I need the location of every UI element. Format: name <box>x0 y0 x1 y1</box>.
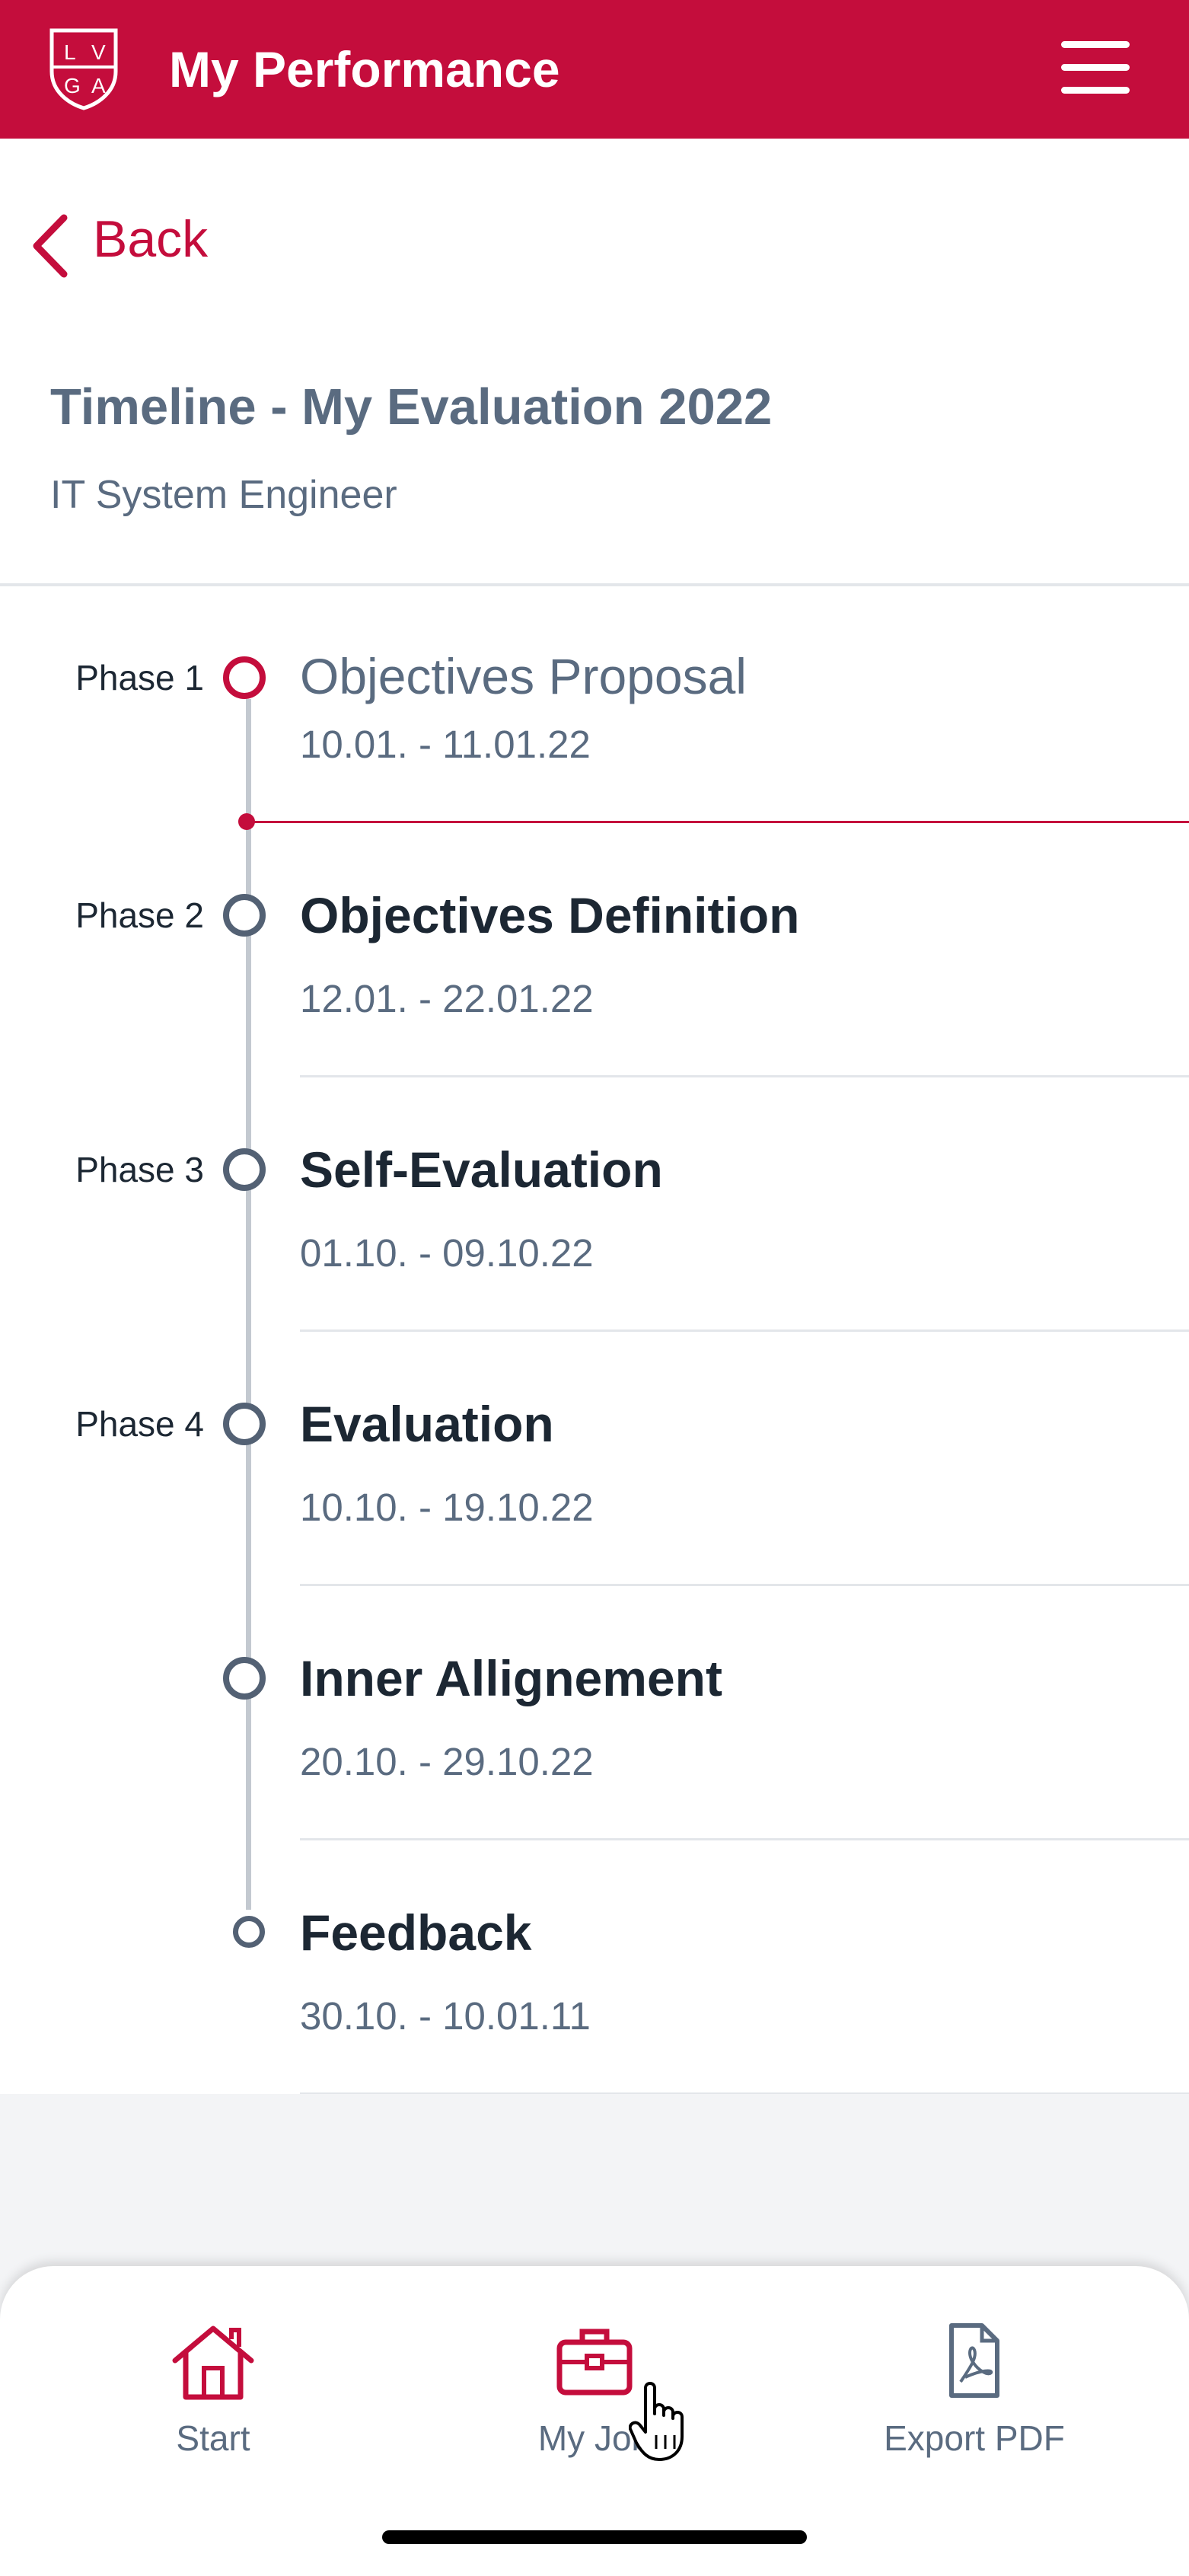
timeline-item-dates: 10.01. - 11.01.22 <box>300 723 591 766</box>
timeline-end-node <box>233 1916 265 1948</box>
page-title: Timeline - My Evaluation 2022 <box>50 378 773 436</box>
timeline-item-title: Inner Allignement <box>300 1650 722 1706</box>
svg-text:L: L <box>64 40 76 64</box>
phase-label: Phase 4 <box>75 1404 204 1444</box>
timeline-item-dates: 30.10. - 10.01.11 <box>300 1994 591 2038</box>
nav-export-pdf-label: Export PDF <box>884 2418 1065 2458</box>
timeline-item-title: Self-Evaluation <box>300 1141 663 1198</box>
timeline-item-dates: 01.10. - 09.10.22 <box>300 1231 594 1275</box>
divider <box>300 1075 1189 1077</box>
briefcase-icon <box>556 2329 633 2396</box>
timeline-item-title: Evaluation <box>300 1396 554 1452</box>
back-label: Back <box>93 210 209 268</box>
svg-text:V: V <box>91 40 106 64</box>
chevron-left-icon <box>33 214 68 278</box>
app-title: My Performance <box>169 41 560 97</box>
timeline-rail <box>246 699 251 821</box>
timeline-item-dates: 10.10. - 19.10.22 <box>300 1486 594 1529</box>
current-date-marker-line <box>248 821 1189 823</box>
nav-start-label: Start <box>176 2418 250 2458</box>
nav-start-button[interactable]: Start <box>61 2266 365 2495</box>
hand-pointer-cursor-icon <box>629 2382 684 2461</box>
nav-export-pdf-button[interactable]: Export PDF <box>822 2266 1127 2495</box>
divider <box>300 1838 1189 1840</box>
svg-text:A: A <box>91 74 106 97</box>
page-subtitle: IT System Engineer <box>50 473 397 517</box>
home-icon <box>172 2325 254 2400</box>
timeline-node <box>223 1657 266 1700</box>
home-indicator <box>382 2530 807 2544</box>
nav-my-job-label: My Job <box>537 2418 652 2458</box>
lvga-logo-icon: L V G A <box>49 28 118 110</box>
timeline-item-title: Objectives Proposal <box>300 648 747 704</box>
timeline-rail <box>246 821 251 1910</box>
app-header: L V G A My Performance <box>0 0 1189 139</box>
hamburger-menu-icon[interactable] <box>1061 37 1130 97</box>
timeline-item-dates: 20.10. - 29.10.22 <box>300 1740 594 1783</box>
svg-text:G: G <box>64 74 81 97</box>
current-date-marker-dot <box>238 813 255 830</box>
timeline-node <box>223 1403 266 1445</box>
divider <box>300 1329 1189 1332</box>
timeline-node <box>223 894 266 937</box>
timeline-item-title: Feedback <box>300 1904 532 1961</box>
divider <box>0 583 1189 586</box>
timeline-node-active <box>223 656 266 699</box>
phase-label: Phase 2 <box>75 895 204 935</box>
divider <box>300 1584 1189 1586</box>
timeline-item-dates: 12.01. - 22.01.22 <box>300 977 594 1020</box>
phase-label: Phase 1 <box>75 658 204 697</box>
timeline-item-title: Objectives Definition <box>300 887 800 943</box>
phase-label: Phase 3 <box>75 1150 204 1189</box>
pdf-file-icon <box>949 2323 999 2398</box>
bottom-navigation: Start My Job Export PDF <box>0 2266 1189 2576</box>
timeline-node <box>223 1148 266 1191</box>
nav-my-job-button[interactable]: My Job <box>442 2266 747 2495</box>
